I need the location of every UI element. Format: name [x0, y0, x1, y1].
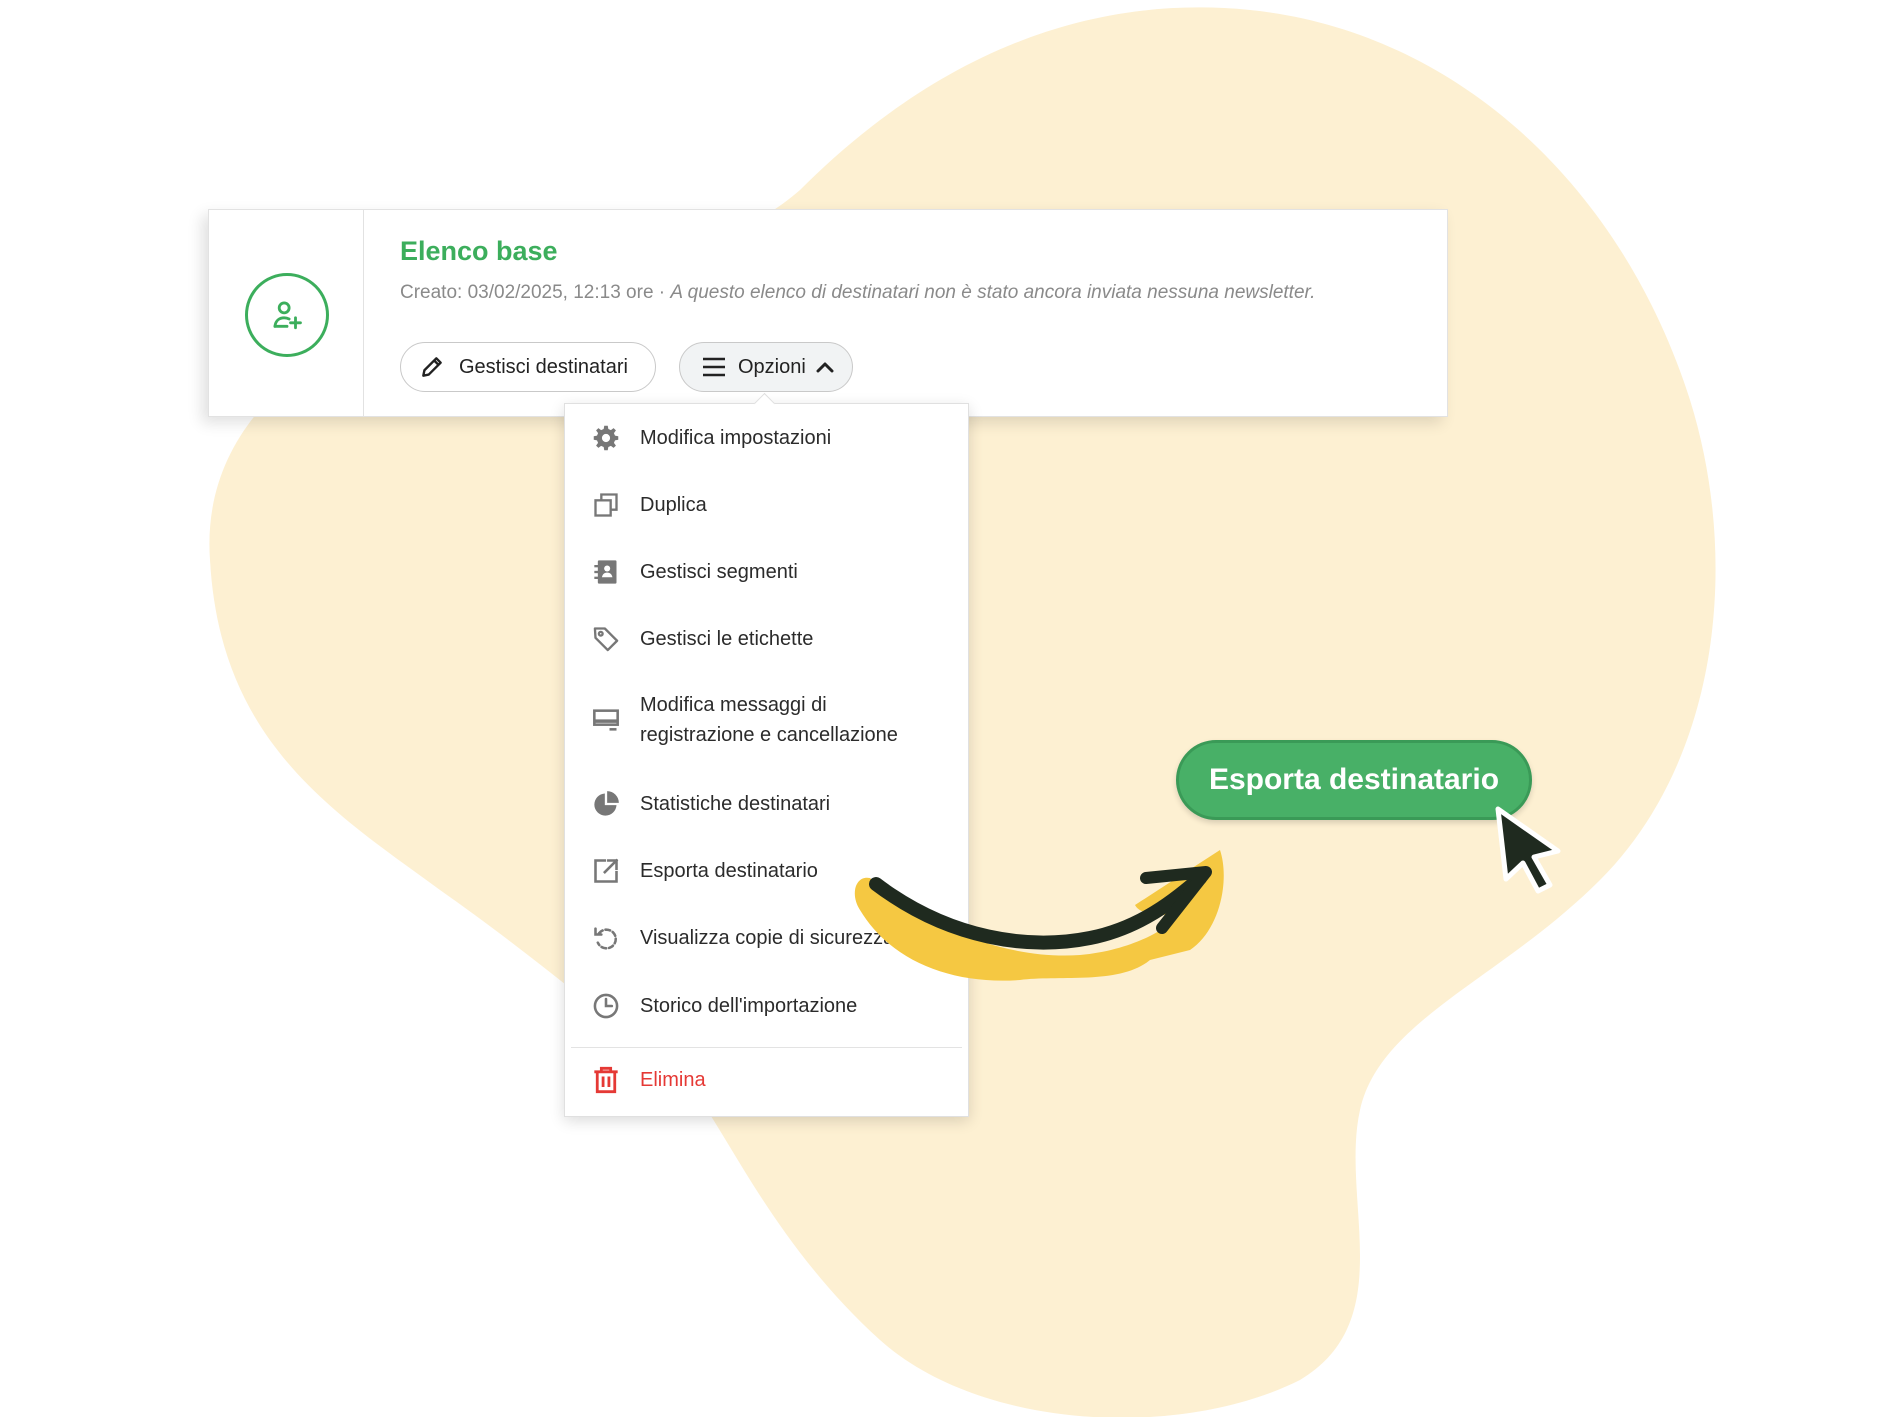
clock-icon [591, 991, 621, 1021]
list-title[interactable]: Elenco base [400, 236, 558, 267]
menu-item-label: Modifica messaggi di [640, 694, 827, 716]
menu-item-label: Statistiche destinatari [640, 793, 831, 815]
add-user-avatar [245, 273, 329, 357]
options-button[interactable]: Opzioni [679, 342, 853, 392]
card-avatar-column [209, 210, 364, 416]
options-label: Opzioni [738, 355, 806, 378]
gear-icon [591, 423, 621, 453]
tag-icon [591, 624, 621, 654]
page: Elenco base Creato: 03/02/2025, 12:13 or… [0, 0, 1890, 1417]
menu-item-statistics[interactable]: Statistiche destinatari [565, 789, 968, 819]
export-icon [591, 856, 621, 886]
trash-icon [591, 1065, 621, 1095]
menu-item-import-history[interactable]: Storico dell'importazione [565, 991, 968, 1021]
pie-chart-icon [591, 789, 621, 819]
menu-item-backups[interactable]: Visualizza copie di sicurezza [565, 923, 968, 953]
menu-item-settings[interactable]: Modifica impostazioni [565, 423, 968, 453]
menu-item-label: Gestisci segmenti [640, 561, 798, 583]
menu-item-label: Elimina [640, 1069, 706, 1091]
mouse-cursor-icon [1495, 806, 1561, 894]
menu-item-label: Storico dell'importazione [640, 995, 858, 1017]
chevron-up-icon [816, 362, 834, 373]
manage-recipients-label: Gestisci destinatari [459, 355, 628, 378]
menu-item-registration-messages[interactable]: Modifica messaggi di registrazione e can… [565, 689, 968, 751]
monitor-icon [591, 705, 621, 735]
menu-item-delete[interactable]: Elimina [565, 1065, 968, 1095]
list-meta: Creato: 03/02/2025, 12:13 ore · A questo… [400, 282, 1315, 304]
menu-item-label: Visualizza copie di sicurezza [640, 927, 895, 949]
menu-item-label: Esporta destinatario [640, 860, 818, 882]
pencil-icon [422, 357, 442, 377]
hamburger-icon [703, 357, 725, 377]
menu-item-label: Gestisci le etichette [640, 628, 814, 650]
options-dropdown-menu: Modifica impostazioni Duplica Gestisci s… [564, 403, 969, 1117]
add-user-icon [273, 301, 302, 330]
export-recipient-button[interactable]: Esporta destinatario [1176, 740, 1532, 820]
menu-item-label-line2: registrazione e cancellazione [640, 724, 898, 746]
created-date: Creato: 03/02/2025, 12:13 ore [400, 282, 654, 303]
duplicate-icon [591, 490, 621, 520]
menu-item-segments[interactable]: Gestisci segmenti [565, 557, 968, 587]
menu-item-export[interactable]: Esporta destinatario [565, 856, 968, 886]
newsletter-note: A questo elenco di destinatari non è sta… [670, 282, 1316, 303]
list-card: Elenco base Creato: 03/02/2025, 12:13 or… [208, 209, 1448, 417]
menu-item-duplicate[interactable]: Duplica [565, 490, 968, 520]
menu-item-label: Modifica impostazioni [640, 427, 832, 449]
manage-recipients-button[interactable]: Gestisci destinatari [400, 342, 656, 392]
menu-item-labels[interactable]: Gestisci le etichette [565, 624, 968, 654]
contact-book-icon [591, 557, 621, 587]
menu-divider [571, 1047, 962, 1048]
restore-icon [591, 923, 621, 953]
menu-item-label: Duplica [640, 494, 707, 516]
meta-separator: · [653, 282, 671, 303]
